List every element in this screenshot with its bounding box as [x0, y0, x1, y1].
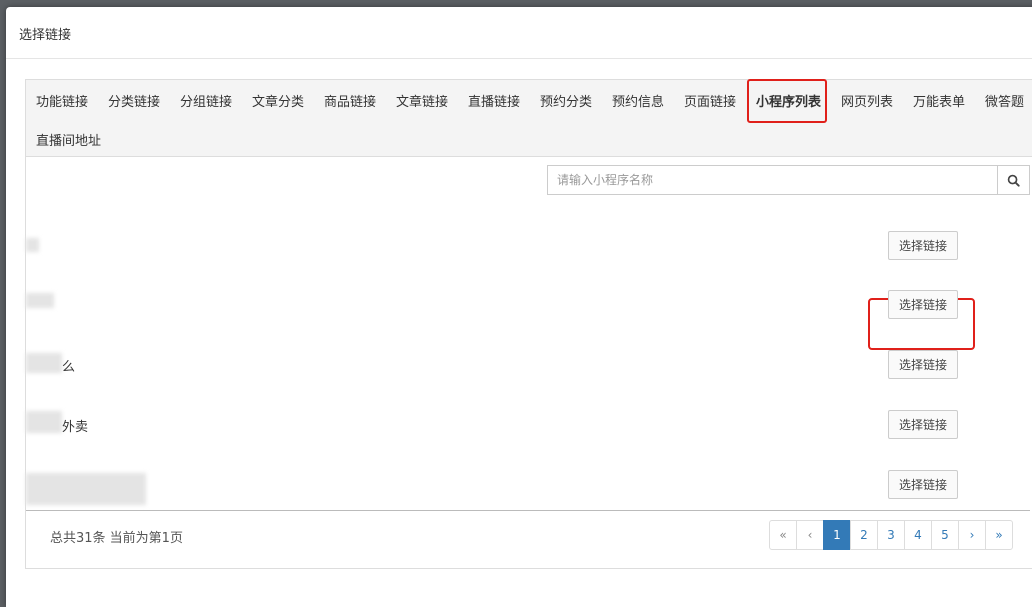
tab-quiz[interactable]: 微答题 — [985, 91, 1024, 110]
redacted-name — [26, 473, 146, 505]
select-link-button[interactable]: 选择链接 — [888, 350, 958, 379]
select-link-button[interactable]: 选择链接 — [888, 410, 958, 439]
prev-page-button[interactable]: ‹ — [796, 520, 824, 550]
pagination-summary: 总共31条 当前为第1页 — [50, 531, 183, 546]
redacted-name — [26, 411, 62, 433]
tab-live-links[interactable]: 直播链接 — [468, 91, 520, 110]
redacted-name — [26, 353, 62, 373]
tab-category-links[interactable]: 分类链接 — [108, 91, 160, 110]
select-link-modal: 选择链接 功能链接 分类链接 分组链接 文章分类 商品链接 文章链接 直播链接 … — [6, 7, 1032, 607]
link-type-tabs: 功能链接 分类链接 分组链接 文章分类 商品链接 文章链接 直播链接 预约分类 … — [26, 79, 1032, 157]
tab-booking-category[interactable]: 预约分类 — [540, 91, 592, 110]
first-page-button[interactable]: « — [769, 520, 797, 550]
tab-function-links[interactable]: 功能链接 — [36, 91, 88, 110]
tab-live-room-address[interactable]: 直播间地址 — [36, 130, 101, 149]
modal-title: 选择链接 — [19, 28, 72, 43]
next-page-button[interactable]: › — [958, 520, 986, 550]
pagination: « ‹ 1 2 3 4 5 › » — [769, 520, 1013, 550]
tab-article-links[interactable]: 文章链接 — [396, 91, 448, 110]
tab-booking-info[interactable]: 预约信息 — [612, 91, 664, 110]
page-2-button[interactable]: 2 — [850, 520, 878, 550]
search-input[interactable] — [548, 166, 997, 194]
link-panel: 功能链接 分类链接 分组链接 文章分类 商品链接 文章链接 直播链接 预约分类 … — [25, 79, 1032, 569]
page-3-button[interactable]: 3 — [877, 520, 905, 550]
tab-product-links[interactable]: 商品链接 — [324, 91, 376, 110]
modal-header: 选择链接 — [6, 7, 1032, 59]
page-1-button[interactable]: 1 — [823, 520, 851, 550]
active-tab-highlight — [747, 79, 827, 123]
search-button[interactable] — [997, 166, 1029, 194]
tab-group-links[interactable]: 分组链接 — [180, 91, 232, 110]
select-link-button[interactable]: 选择链接 — [888, 290, 958, 319]
redacted-name — [26, 293, 54, 308]
list-divider — [26, 510, 1030, 511]
page-5-button[interactable]: 5 — [931, 520, 959, 550]
search-box — [547, 165, 1030, 195]
tab-universal-form[interactable]: 万能表单 — [913, 91, 965, 110]
tab-article-category[interactable]: 文章分类 — [252, 91, 304, 110]
last-page-button[interactable]: » — [985, 520, 1013, 550]
page-4-button[interactable]: 4 — [904, 520, 932, 550]
mini-program-name: 么 — [62, 360, 76, 375]
search-icon — [1007, 174, 1020, 187]
select-link-button[interactable]: 选择链接 — [888, 231, 958, 260]
mini-program-name: 外卖 — [62, 420, 89, 435]
tab-page-links[interactable]: 页面链接 — [684, 91, 736, 110]
redacted-name — [26, 238, 39, 252]
select-link-button[interactable]: 选择链接 — [888, 470, 958, 499]
tab-webpage-list[interactable]: 网页列表 — [841, 91, 893, 110]
